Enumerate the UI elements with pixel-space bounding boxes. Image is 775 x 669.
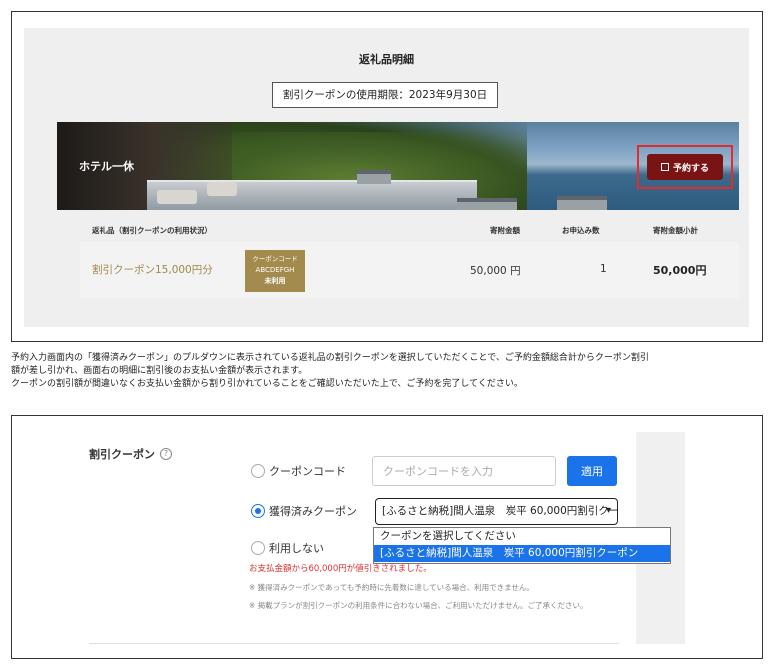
radio-acquired-coupon-label: 獲得済みクーポン — [269, 505, 357, 518]
coupon-code-badge: クーポンコード ABCDEFGH 未利用 — [245, 250, 305, 292]
instruction-line-3: クーポンの割引額が間違いなくお支払い金額から割り引かれていることをご確認いただい… — [11, 379, 523, 389]
badge-status: 未利用 — [264, 277, 286, 285]
chevron-down-icon: ▾ — [605, 505, 611, 516]
badge-label: クーポンコード — [252, 255, 298, 263]
dropdown-option-coupon[interactable]: [ふるさと納税]間人温泉 炭平 60,000円割引クーポン — [374, 545, 670, 562]
row-quantity: 1 — [600, 263, 607, 275]
acquired-coupon-select[interactable]: [ふるさと納税]間人温泉 炭平 60,000円割引クーポン ▾ — [375, 498, 618, 525]
radio-coupon-code[interactable] — [251, 464, 265, 478]
row-amount: 50,000 円 — [470, 265, 521, 277]
gift-details-panel: 返礼品明細 割引クーポンの使用期限：2023年9月30日 ホテル一休 予約する … — [11, 11, 763, 342]
instruction-line-2: 額が差し引かれ、画面右の明細に割引後のお支払い金額が表示されます。 — [11, 366, 308, 376]
row-product-name: 割引クーポン15,000円分 — [92, 264, 213, 276]
badge-code: ABCDEFGH — [255, 266, 295, 274]
coupon-deadline: 割引クーポンの使用期限：2023年9月30日 — [272, 82, 498, 108]
radio-acquired-coupon[interactable] — [251, 504, 265, 518]
divider — [89, 643, 619, 644]
radio-no-coupon-label: 利用しない — [269, 542, 324, 555]
radio-no-coupon[interactable] — [251, 541, 265, 555]
instruction-line-1: 予約入力画面内の「獲得済みクーポン」のプルダウンに表示されている返礼品の割引クー… — [11, 353, 649, 363]
apply-button[interactable]: 適用 — [567, 456, 617, 486]
reserve-highlight-frame: 予約する — [637, 145, 733, 189]
coupon-select-panel: 割引クーポン ? クーポンコード 適用 獲得済みクーポン [ふるさと納税]間人温… — [11, 415, 763, 659]
select-value: [ふるさと納税]間人温泉 炭平 60,000円割引クーポン — [382, 505, 618, 517]
table-row: 割引クーポン15,000円分 クーポンコード ABCDEFGH 未利用 50,0… — [80, 242, 739, 298]
copy-icon — [660, 163, 669, 171]
coupon-section-title: 割引クーポン ? — [89, 446, 172, 462]
col-header-subtotal: 寄附金額小計 — [653, 226, 698, 235]
coupon-section-label: 割引クーポン — [89, 448, 155, 461]
question-circle-icon[interactable]: ? — [160, 448, 172, 460]
coupon-dropdown-list: クーポンを選択してください [ふるさと納税]間人温泉 炭平 60,000円割引ク… — [373, 527, 671, 564]
col-header-amount: 寄附金額 — [490, 226, 520, 235]
gift-details-inner: 返礼品明細 割引クーポンの使用期限：2023年9月30日 ホテル一休 予約する … — [24, 28, 749, 327]
row-subtotal: 50,000円 — [653, 264, 707, 277]
radio-coupon-code-label: クーポンコード — [269, 465, 346, 478]
note-plan-condition: ※ 掲載プランが割引クーポンの利用条件に合わない場合、ご利用いただけません。ご了… — [249, 601, 588, 610]
note-first-come: ※ 獲得済みクーポンであっても予約時に先着数に達している場合、利用できません。 — [249, 583, 534, 592]
reserve-button[interactable]: 予約する — [647, 154, 723, 180]
instruction-text: 予約入力画面内の「獲得済みクーポン」のプルダウンに表示されている返礼品の割引クー… — [11, 352, 771, 391]
hotel-name: ホテル一休 — [79, 160, 134, 173]
col-header-quantity: お申込み数 — [562, 226, 600, 235]
coupon-code-input[interactable] — [372, 456, 556, 486]
reserve-button-label: 予約する — [672, 163, 709, 174]
gift-details-title: 返礼品明細 — [359, 53, 414, 66]
col-header-product: 返礼品（割引クーポンの利用状況） — [92, 226, 212, 235]
dropdown-option-placeholder[interactable]: クーポンを選択してください — [374, 528, 670, 545]
